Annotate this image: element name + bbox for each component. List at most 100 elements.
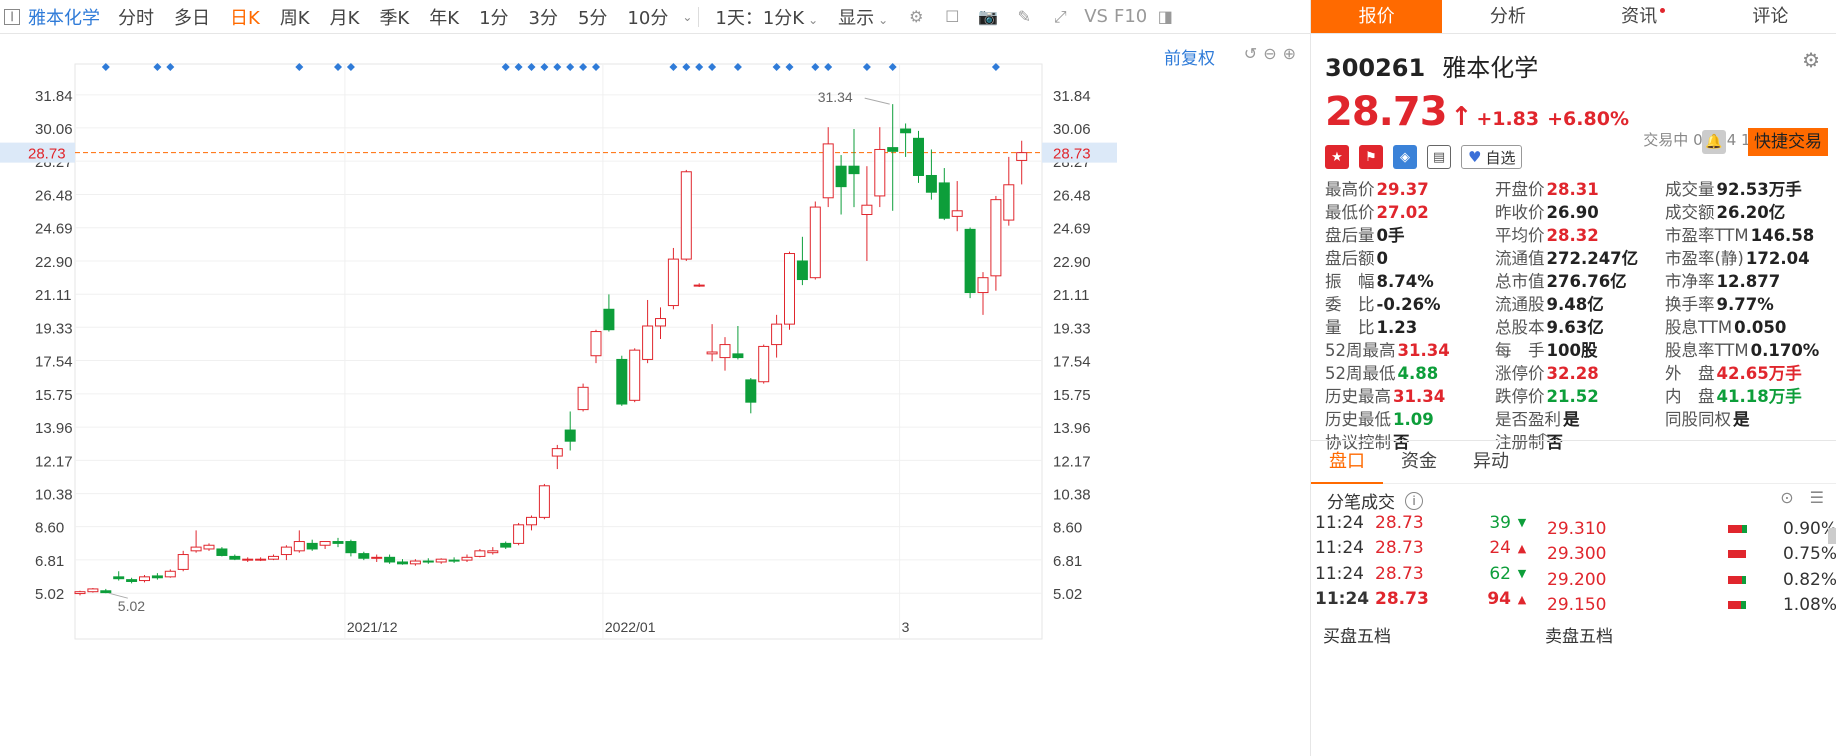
annotation-high: 31.34	[818, 89, 853, 105]
period-zhouk[interactable]: 周K	[270, 4, 320, 30]
tab-pinglun[interactable]: 评论	[1705, 0, 1836, 33]
tick-row: 11:24 28.73 94 ▲	[1315, 587, 1535, 613]
kline-chart-area[interactable]: 前复权 ↺ ⊖ ⊕ 31.84 31.84 30.06 30.06 28.27 28.27…	[0, 34, 1310, 756]
metric-cell: 流通值 272.247亿	[1495, 245, 1665, 269]
sidebar-toggle-icon[interactable]: ◨	[1154, 6, 1176, 28]
period-5min[interactable]: 5分	[568, 4, 617, 30]
candle-body	[500, 542, 512, 548]
period-duori[interactable]: 多日	[164, 4, 220, 30]
metric-label: 每 手	[1495, 340, 1545, 360]
tab-zixun[interactable]: 资讯	[1574, 0, 1705, 33]
metric-value: 172.04	[1745, 248, 1810, 268]
scrollbar[interactable]	[1828, 528, 1836, 544]
level-bar-buy	[1727, 550, 1746, 559]
y-tick-label-left: 24.69	[35, 221, 73, 238]
quick-trade-button[interactable]: 快捷交易	[1748, 128, 1828, 156]
more-icon[interactable]: ⊙	[1780, 488, 1793, 507]
add-watchlist-button[interactable]: ♥ 自选	[1461, 145, 1523, 169]
tab-zijin[interactable]: 资金	[1383, 440, 1455, 484]
tick-price: 28.73	[1375, 589, 1429, 610]
metric-label: 流通股	[1495, 294, 1545, 314]
multi-period-select[interactable]: 1天：1分K ⌄	[705, 4, 828, 30]
metric-cell: 跌停价 21.52	[1495, 383, 1665, 407]
period-niank[interactable]: 年K	[419, 4, 469, 30]
candle-body	[577, 386, 589, 411]
candle-body	[964, 228, 976, 294]
period-3min[interactable]: 3分	[519, 4, 568, 30]
metric-value: 8.74%	[1376, 271, 1434, 291]
display-select[interactable]: 显示 ⌄	[828, 4, 898, 30]
candle-body	[951, 210, 963, 217]
panel-toggle-icon[interactable]: |	[4, 8, 20, 25]
period-yuek[interactable]: 月K	[320, 4, 370, 30]
tag-icon[interactable]: ◈	[1393, 145, 1417, 169]
metric-cell: 盘后额 0	[1325, 245, 1495, 269]
f10-button[interactable]: F10	[1114, 6, 1147, 27]
list-icon[interactable]: ☰	[1810, 488, 1824, 507]
vs-button[interactable]: VS	[1084, 6, 1108, 27]
y-tick-label-right: 15.75	[1053, 387, 1091, 404]
stock-name-tab[interactable]: 雅本化学	[28, 4, 100, 30]
metric-label: 同股同权	[1665, 409, 1731, 429]
fullscreen-icon[interactable]: ⤢	[1049, 6, 1071, 28]
tab-pankou[interactable]: 盘口	[1311, 440, 1383, 484]
metric-label: 市盈率TTM	[1665, 225, 1749, 245]
pencil-icon[interactable]: ✎	[1013, 6, 1035, 28]
metric-row: 52周最高 31.34 每 手 100股 股息率TTM 0.170%	[1325, 337, 1835, 360]
candle-body	[100, 590, 112, 594]
gear-icon[interactable]: ⚙	[1802, 48, 1820, 72]
candle-body	[216, 548, 228, 556]
y-tick-label-right: 5.02	[1053, 586, 1082, 603]
metric-label: 平均价	[1495, 225, 1545, 245]
candlestick-chart[interactable]: 31.84 31.8430.06 30.0628.27 28.2726.48 26.48…	[0, 34, 1310, 756]
y-tick-label-right: 12.17	[1053, 453, 1091, 470]
period-rik[interactable]: 日K	[220, 4, 270, 30]
tab-baojia[interactable]: 报价	[1311, 0, 1443, 33]
candle-body	[1003, 184, 1015, 221]
buy-five-label[interactable]: 买盘五档	[1323, 622, 1545, 647]
candle-body	[796, 260, 808, 281]
tick-volume: 39	[1489, 512, 1511, 533]
period-fenshi[interactable]: 分时	[108, 4, 164, 30]
camera-icon[interactable]: 📷	[977, 6, 999, 28]
metric-value: -0.26%	[1376, 294, 1441, 314]
metric-value: 9.63亿	[1546, 317, 1604, 337]
info-icon[interactable]: i	[1405, 491, 1423, 510]
square-icon[interactable]: ☐	[941, 6, 963, 28]
level-price: 29.300	[1547, 544, 1607, 565]
sell-five-label[interactable]: 卖盘五档	[1545, 622, 1613, 647]
period-10min[interactable]: 10分	[617, 4, 678, 30]
stock-chip[interactable]: | 雅本化学	[0, 0, 108, 34]
level-bar-buy	[1727, 601, 1741, 610]
bell-icon[interactable]: 🔔	[1702, 130, 1726, 154]
y-tick-label-right: 19.33	[1053, 320, 1091, 337]
level-pct: 0.75%	[1782, 544, 1836, 565]
candle-body	[809, 206, 821, 279]
notes-icon[interactable]: ▤	[1427, 145, 1451, 169]
metric-value: 272.247亿	[1546, 248, 1639, 268]
y-tick-label-right: 8.60	[1053, 520, 1082, 537]
gear-icon[interactable]: ⚙	[905, 6, 927, 28]
tab-yidong[interactable]: 异动	[1455, 440, 1527, 484]
metric-label: 外 盘	[1665, 363, 1715, 383]
metric-label: 委 比	[1325, 294, 1375, 314]
period-jik[interactable]: 季K	[369, 4, 419, 30]
tab-fenxi[interactable]: 分析	[1442, 0, 1573, 33]
collapse-icon[interactable]: ︿	[1536, 422, 1550, 442]
metric-value: 276.76亿	[1546, 271, 1627, 291]
chevron-down-icon[interactable]: ⌄	[682, 10, 692, 24]
metric-label: 跌停价	[1495, 386, 1545, 406]
metric-label: 市净率	[1665, 271, 1715, 291]
metric-value: 4.88	[1397, 363, 1439, 383]
metric-cell: 总股本 9.63亿	[1495, 314, 1665, 338]
period-1min[interactable]: 1分	[469, 4, 518, 30]
candle-body	[384, 556, 396, 563]
runner-icon[interactable]: ⚑	[1359, 145, 1383, 169]
chart-toolbar: | 雅本化学 分时 多日 日K 周K 月K 季K 年K 1分 3分 5分 10分…	[0, 0, 1310, 34]
candle-body	[655, 318, 666, 327]
metric-cell: 成交量 92.53万手	[1665, 176, 1815, 200]
tick-time: 11:24	[1315, 538, 1364, 559]
candle-body	[435, 558, 447, 563]
level-row: 29.310 0.90%	[1547, 516, 1836, 542]
candle-body	[345, 541, 357, 554]
